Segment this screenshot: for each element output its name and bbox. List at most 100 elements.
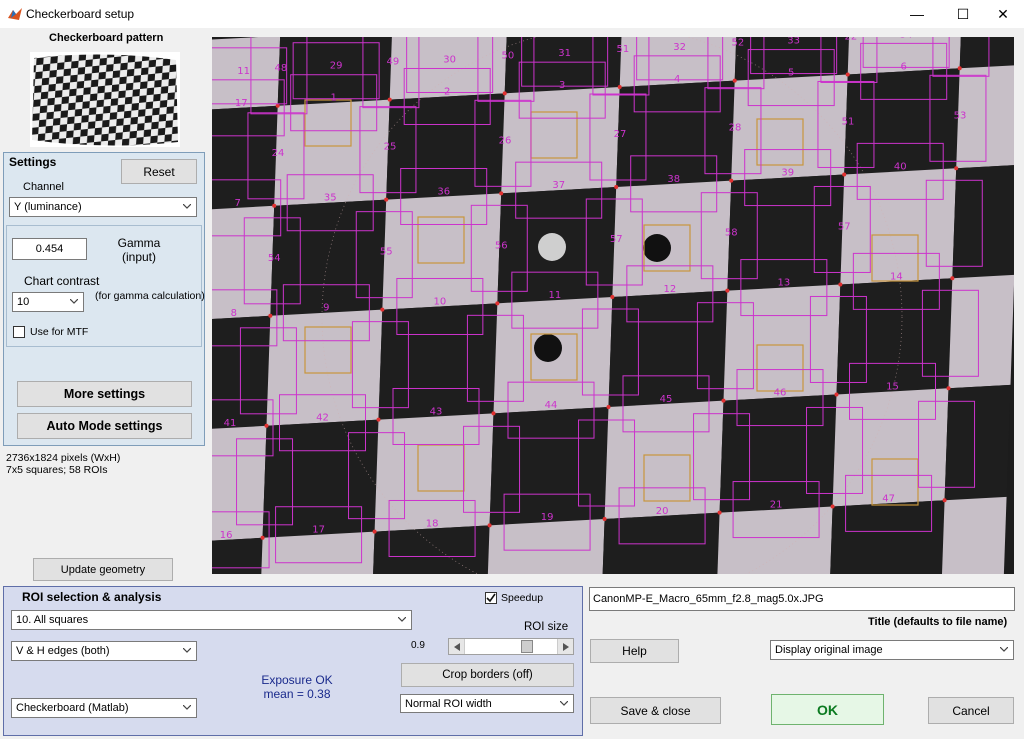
roi-number: 24 [272,148,285,159]
roi-number: 38 [667,174,680,185]
roi-number: 25 [384,142,397,153]
gamma-calc-note: (for gamma calculation) [95,290,205,302]
squares-roi-info: 7x5 squares; 58 ROIs [6,464,108,476]
chevron-down-icon [183,204,191,209]
roi-size-slider-thumb[interactable] [520,640,533,653]
corner-dot [487,523,492,528]
roi-number: 22 [845,37,858,42]
save-close-button[interactable]: Save & close [590,697,721,724]
corner-dot [602,517,607,521]
slider-right-arrow-icon[interactable] [557,639,573,654]
roi-width-value: Normal ROI width [405,697,492,710]
filename-input[interactable]: CanonMP-E_Macro_65mm_f2.8_mag5.0x.JPG [589,587,1015,611]
corner-dot [957,66,962,71]
roi-width-select[interactable]: Normal ROI width [400,694,574,713]
pattern-heading: Checkerboard pattern [49,32,164,44]
more-settings-button[interactable]: More settings [17,381,192,407]
chart-contrast-value: 10 [17,296,30,308]
corner-dot [830,504,835,509]
corner-dot [721,398,726,403]
gamma-label-line2: (input) [121,250,156,264]
reset-button[interactable]: Reset [121,159,197,184]
roi-panel-title: ROI selection & analysis [22,590,162,604]
checker-square [836,278,953,395]
checkerboard-image[interactable]: 1129303132333417123456735363738394089101… [212,37,1014,574]
roi-number: 46 [774,388,787,399]
roi-number: 10 [433,296,446,307]
chevron-down-icon [560,700,568,706]
registration-dot [538,233,566,261]
checker-square [942,496,1007,574]
update-geometry-button[interactable]: Update geometry [33,558,173,581]
checker-square [378,303,498,420]
roi-number: 57 [838,221,851,232]
algorithm-select[interactable]: Checkerboard (Matlab) [11,698,197,718]
checkerboard-pattern-thumbnail [30,52,180,147]
corner-dot [387,97,392,102]
channel-select[interactable]: Y (luminance) [9,197,197,217]
checkerboard-image-canvas: 1129303132333417123456735363738394089101… [212,37,1014,574]
corner-dot [372,529,377,534]
minimize-icon[interactable]: — [894,0,940,28]
roi-number: 28 [729,123,742,134]
checker-square [489,407,609,526]
roi-number: 36 [437,186,450,197]
roi-number: 12 [663,284,676,295]
corner-dot [260,535,265,540]
roi-number: 53 [954,110,967,121]
roi-number: 17 [312,525,325,536]
roi-number: 20 [656,506,669,517]
corner-dot [845,72,850,77]
roi-number: 2 [444,86,450,97]
help-button[interactable]: Help [590,639,679,663]
roi-number: 56 [495,240,508,251]
corner-dot [617,85,622,89]
corner-dot [268,313,273,318]
roi-number: 43 [430,406,443,417]
roi-number: 13 [777,278,790,289]
corner-dot [729,178,734,183]
roi-number: 47 [882,493,895,504]
auto-mode-settings-button[interactable]: Auto Mode settings [17,413,192,439]
roi-number: 54 [268,253,281,264]
checker-square [212,105,278,210]
corner-dot [380,307,385,312]
roi-size-slider[interactable] [448,638,574,655]
checker-square [608,290,728,407]
image-size-info: 2736x1824 pixels (WxH) [6,452,121,464]
cancel-button[interactable]: Cancel [928,697,1014,724]
corner-dot [264,423,269,428]
corner-dot [495,301,500,306]
roi-number: 6 [901,61,907,72]
corner-dot [717,510,722,515]
roi-number: 15 [886,381,899,392]
close-icon[interactable]: ✕ [980,0,1024,28]
display-mode-select[interactable]: Display original image [770,640,1014,660]
corner-dot [954,166,959,171]
corner-dot [491,411,496,416]
checker-square [830,500,945,574]
roi-number: 45 [660,394,673,405]
use-for-mtf-checkbox[interactable] [13,326,25,338]
roi-selection-select[interactable]: 10. All squares [11,610,412,630]
slider-left-arrow-icon[interactable] [449,639,465,654]
display-mode-value: Display original image [775,644,883,656]
ok-button[interactable]: OK [771,694,884,725]
edges-select[interactable]: V & H edges (both) [11,641,197,661]
speedup-checkbox[interactable] [485,592,497,604]
crop-borders-button[interactable]: Crop borders (off) [401,663,574,687]
roi-number: 16 [220,530,233,541]
corner-dot [942,498,947,503]
corner-dot [946,386,951,391]
chevron-down-icon [183,705,191,710]
checker-square [840,168,957,285]
roi-number: 33 [787,37,800,47]
roi-number: 11 [237,66,250,77]
checker-square [382,193,502,310]
roi-number: 11 [548,290,561,301]
gamma-input[interactable]: 0.454 [12,238,87,260]
roi-number: 37 [552,180,565,191]
chevron-down-icon [183,648,191,653]
checker-square [959,37,1014,69]
chart-contrast-select[interactable]: 10 [12,292,84,312]
